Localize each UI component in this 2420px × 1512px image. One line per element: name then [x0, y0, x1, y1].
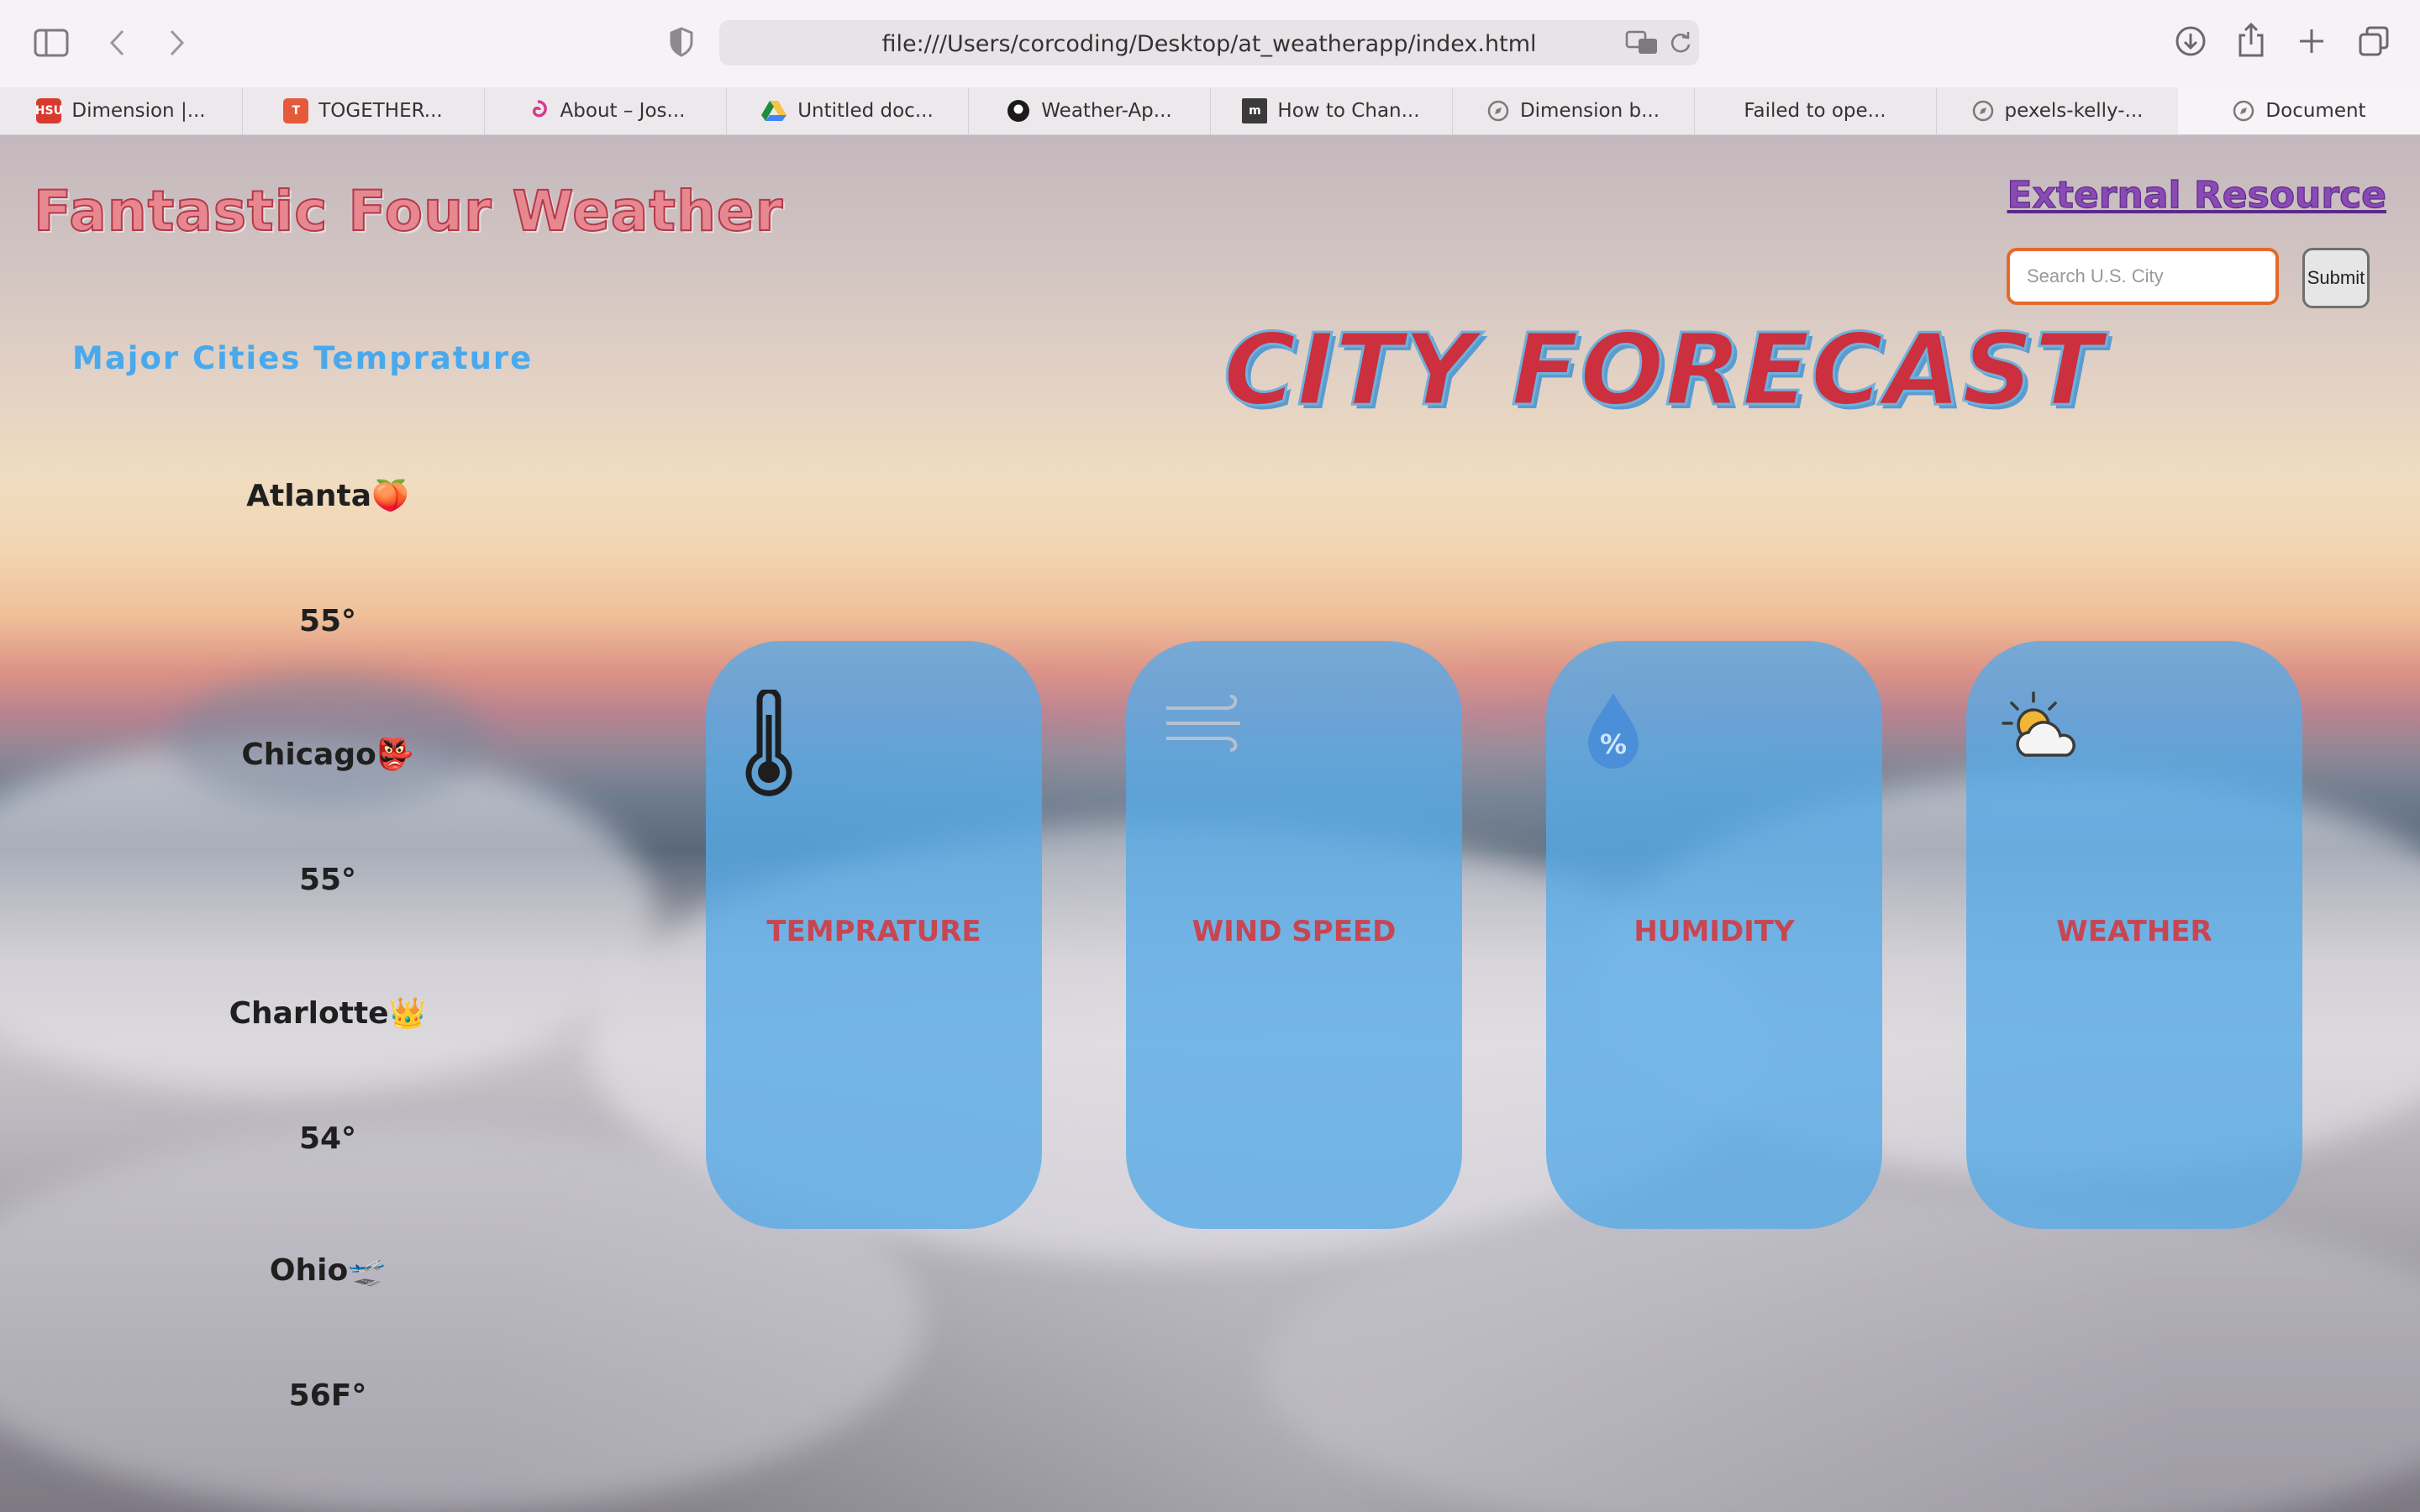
tab-label: Failed to ope... — [1744, 100, 1886, 122]
tab-dimension[interactable]: HSU Dimension |... — [0, 87, 243, 134]
city-temp: 56F° — [288, 1378, 367, 1413]
city-temp: 55° — [298, 863, 357, 897]
tab-bar: HSU Dimension |... T TOGETHER... About –… — [0, 87, 2420, 135]
svg-text:%: % — [1600, 728, 1627, 760]
card-label: WIND SPEED — [1192, 915, 1397, 948]
downloads-icon[interactable] — [2175, 25, 2207, 57]
new-tab-icon[interactable] — [2297, 27, 2326, 55]
sidebar-title: Major Cities Temprature — [72, 340, 534, 376]
weather-card: WEATHER — [1966, 641, 2302, 1229]
google-drive-favicon-icon — [761, 101, 787, 121]
browser-toolbar: file:///Users/corcoding/Desktop/at_weath… — [0, 0, 2420, 88]
tab-overview-icon[interactable] — [2358, 25, 2390, 57]
compass-favicon-icon — [1487, 100, 1509, 122]
thermometer-icon — [745, 690, 792, 796]
city-chicago: Chicago👺 — [0, 737, 655, 772]
reload-icon[interactable] — [1669, 31, 1692, 55]
forecast-title: CITY FORECAST — [1222, 311, 2103, 429]
crown-icon: 👑 — [388, 996, 427, 1031]
t-favicon-icon: T — [283, 98, 309, 123]
tab-label: Dimension b... — [1519, 100, 1660, 122]
spiral-favicon-icon — [532, 100, 547, 118]
address-bar[interactable]: file:///Users/corcoding/Desktop/at_weath… — [719, 20, 1699, 66]
external-resource-link[interactable]: External Resource — [2007, 173, 2387, 217]
city-name: Ohio — [269, 1253, 349, 1288]
tab-together[interactable]: T TOGETHER... — [242, 87, 485, 134]
tab-about[interactable]: About – Jos... — [484, 87, 727, 134]
tab-label: TOGETHER... — [318, 100, 443, 122]
compass-favicon-icon — [1972, 100, 1993, 122]
tab-label: About – Jos... — [560, 100, 686, 122]
card-label: WEATHER — [2056, 915, 2212, 948]
tab-label: How to Chan... — [1277, 100, 1420, 122]
city-search-input[interactable] — [2007, 248, 2279, 305]
wind-speed-card: WIND SPEED — [1126, 641, 1462, 1229]
city-name: Charlotte — [229, 996, 389, 1031]
card-label: TEMPRATURE — [766, 915, 981, 948]
city-name: Atlanta — [246, 479, 371, 513]
city-charlotte: Charlotte👑 — [0, 995, 655, 1031]
city-atlanta: Atlanta🍑 — [0, 478, 655, 513]
city-temp: 54° — [298, 1121, 357, 1156]
compass-favicon-icon — [2233, 100, 2254, 122]
tab-label: Weather-Ap... — [1041, 100, 1172, 122]
partly-cloudy-icon — [2002, 691, 2075, 757]
humidity-drop-icon: % — [1588, 693, 1639, 769]
tab-label: Document — [2265, 100, 2366, 122]
forward-icon[interactable] — [166, 29, 187, 57]
page-viewport: Fantastic Four Weather External Resource… — [0, 135, 2420, 1512]
privacy-shield-icon[interactable] — [669, 27, 694, 57]
city-ohio: Ohio🛫 — [0, 1252, 655, 1288]
city-temp: 55° — [298, 604, 357, 638]
card-label: HUMIDITY — [1634, 915, 1795, 948]
tab-dimension-b[interactable]: Dimension b... — [1452, 87, 1695, 134]
share-icon[interactable] — [2237, 22, 2265, 57]
goblin-icon: 👺 — [376, 738, 414, 772]
github-favicon-icon — [1007, 100, 1030, 122]
back-icon[interactable] — [108, 29, 128, 57]
translate-icon[interactable] — [1625, 30, 1659, 55]
tab-label: pexels-kelly-... — [2004, 100, 2144, 122]
tab-pexels[interactable]: pexels-kelly-... — [1936, 87, 2179, 134]
sidebar-toggle-icon[interactable] — [34, 29, 69, 57]
city-name: Chicago — [241, 738, 376, 772]
peach-icon: 🍑 — [371, 479, 409, 513]
submit-button[interactable]: Submit — [2302, 248, 2370, 308]
site-title: Fantastic Four Weather — [33, 178, 784, 244]
url-text: file:///Users/corcoding/Desktop/at_weath… — [881, 31, 1537, 57]
tab-label: Dimension |... — [71, 100, 206, 122]
tab-how-to-change[interactable]: m How to Chan... — [1210, 87, 1453, 134]
background-cloud — [1260, 1194, 2420, 1512]
hsu-favicon-icon: HSU — [35, 98, 63, 123]
humidity-card: % HUMIDITY — [1546, 641, 1882, 1229]
tab-failed-to-open[interactable]: Failed to ope... — [1694, 87, 1937, 134]
tab-label: Untitled doc... — [797, 100, 934, 122]
tab-weather-app[interactable]: Weather-Ap... — [968, 87, 1211, 134]
temperature-card: TEMPRATURE — [706, 641, 1042, 1229]
tab-untitled-doc[interactable]: Untitled doc... — [726, 87, 969, 134]
m-favicon-icon: m — [1242, 98, 1268, 123]
tab-document[interactable]: Document — [2178, 87, 2420, 134]
airplane-icon: 🛫 — [348, 1253, 387, 1288]
wind-icon — [1166, 695, 1240, 752]
